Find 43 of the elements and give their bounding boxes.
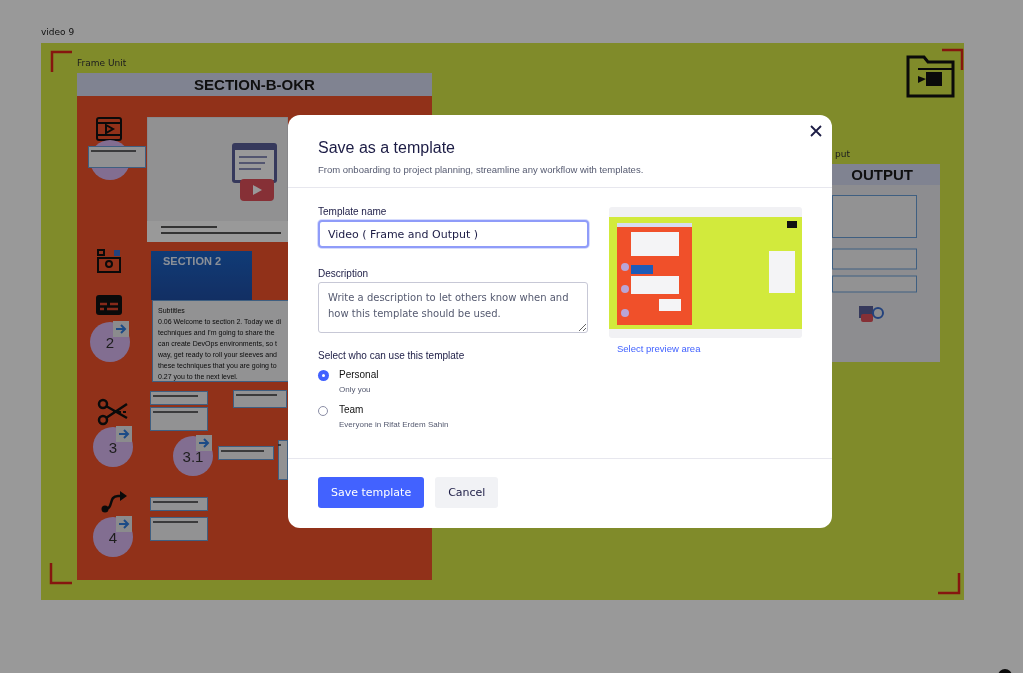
section-title: SECTION-B-OKR bbox=[77, 73, 432, 96]
dialog-title: Save as a template bbox=[318, 139, 456, 157]
frame-label: put bbox=[835, 149, 850, 159]
frame-label: Frame Unit bbox=[77, 58, 127, 68]
camera-folder-icon bbox=[906, 55, 956, 98]
note-card bbox=[150, 407, 208, 431]
person-card-icon bbox=[96, 248, 122, 274]
video-icon bbox=[95, 115, 123, 143]
option-hint: Everyone in Rifat Erdem Sahin bbox=[339, 420, 449, 429]
subtitles-icon bbox=[95, 294, 123, 316]
scissors-icon bbox=[97, 398, 129, 426]
curved-arrow-icon bbox=[100, 488, 128, 514]
note-card bbox=[218, 446, 274, 460]
radio-button[interactable] bbox=[319, 371, 328, 380]
frame-corner bbox=[50, 50, 74, 74]
arrow-icon bbox=[113, 321, 129, 337]
option-label[interactable]: Personal bbox=[339, 369, 379, 380]
cancel-button[interactable]: Cancel bbox=[435, 477, 499, 508]
frame-corner bbox=[940, 48, 964, 72]
close-button[interactable] bbox=[809, 124, 823, 138]
slide-title: SECTION 2 bbox=[163, 255, 222, 267]
board-label: video 9 bbox=[41, 27, 75, 37]
dialog-subtitle: From onboarding to project planning, streamline any workflow with templates. bbox=[318, 164, 645, 175]
template-name-field[interactable]: Video ( Frame and Output ) bbox=[318, 220, 589, 248]
field-label: Description bbox=[318, 268, 370, 279]
note-card bbox=[88, 146, 146, 168]
arrow-icon bbox=[116, 426, 132, 442]
option-label[interactable]: Team bbox=[339, 404, 449, 415]
frame-corner bbox=[936, 571, 962, 595]
arrow-icon bbox=[116, 516, 132, 532]
section-label: Select who can use this template bbox=[318, 350, 466, 361]
field-label: Template name bbox=[318, 206, 388, 217]
option-hint: Only you bbox=[339, 385, 372, 394]
note-card bbox=[150, 497, 208, 511]
frame-corner bbox=[48, 561, 74, 585]
close-icon bbox=[810, 125, 822, 137]
note-card bbox=[150, 391, 208, 405]
output-title: OUTPUT bbox=[832, 164, 940, 185]
save-button[interactable]: Save template bbox=[318, 477, 425, 508]
select-preview-link[interactable]: Select preview area bbox=[617, 343, 802, 354]
arrow-icon bbox=[196, 435, 212, 451]
description-field[interactable]: Write a description to let others know when and how this template should be used. bbox=[318, 282, 588, 333]
note-card bbox=[150, 517, 208, 541]
